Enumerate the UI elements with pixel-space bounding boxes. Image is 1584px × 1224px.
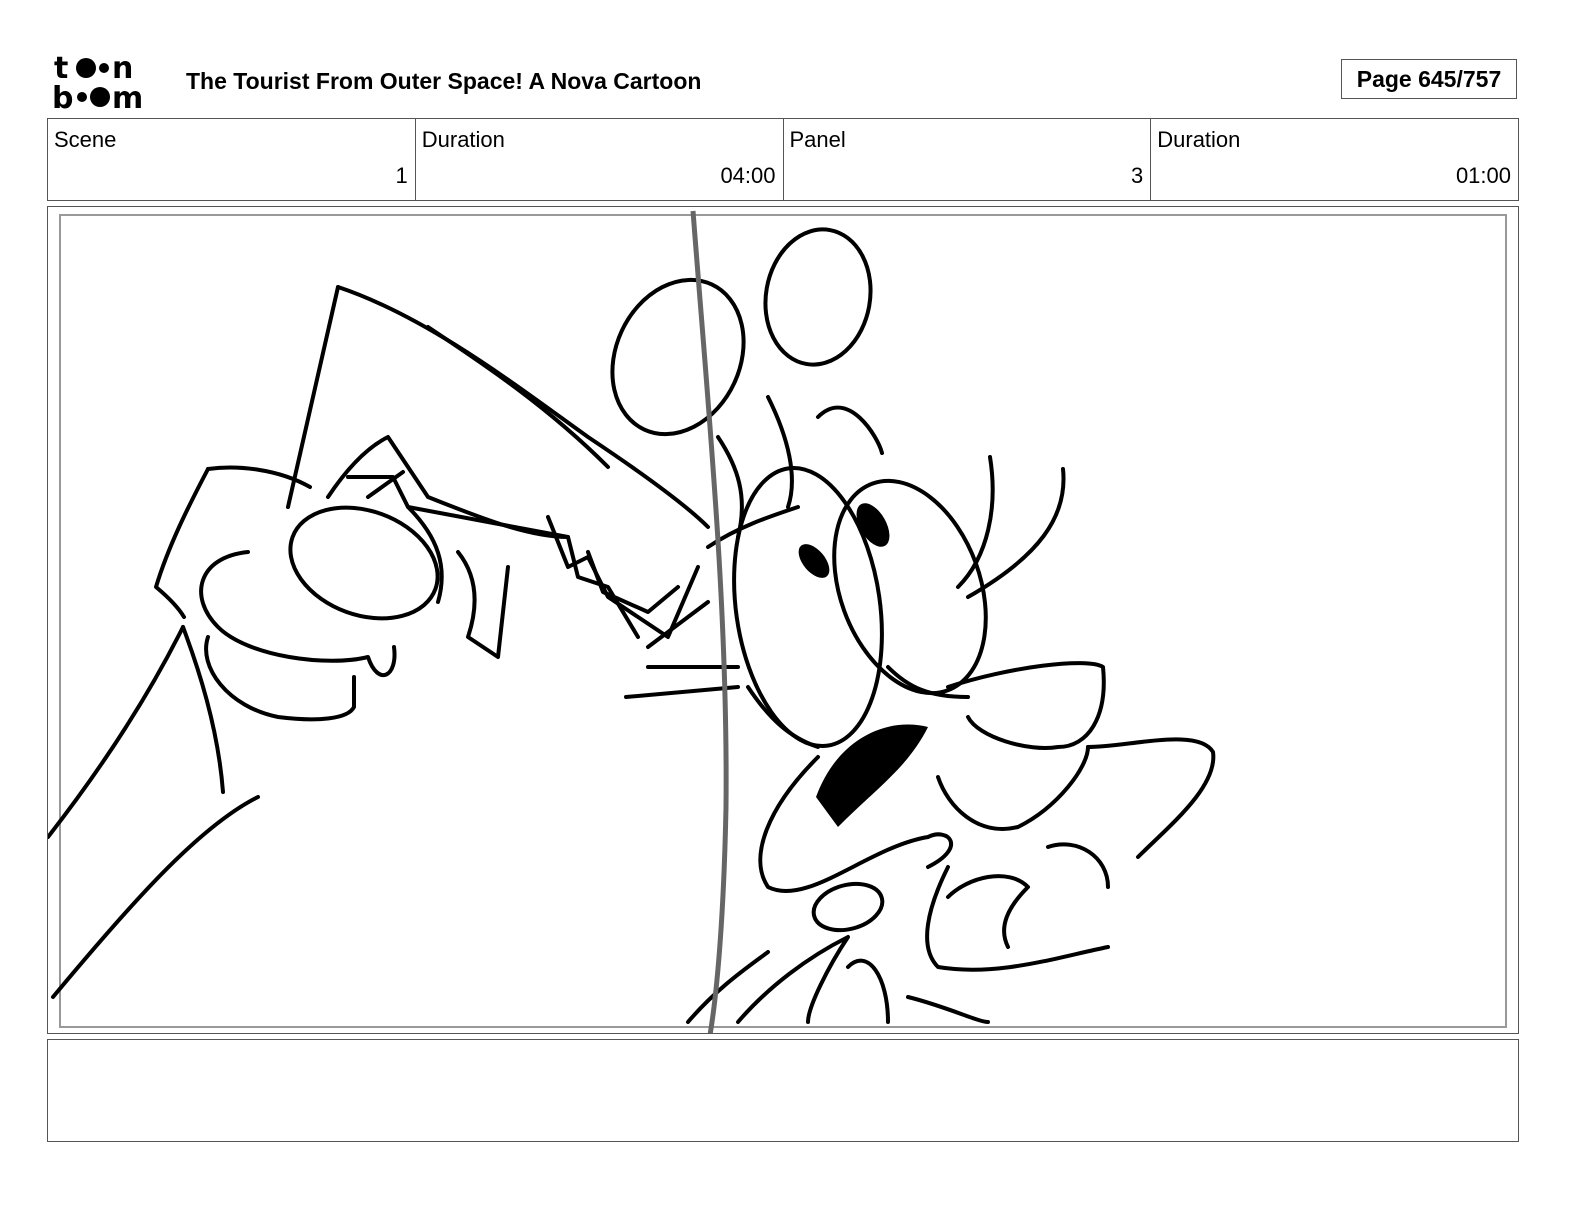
scene-value: 1 bbox=[395, 163, 408, 188]
character-tongue bbox=[926, 832, 954, 869]
character-fist bbox=[925, 865, 1110, 972]
character-body-lower-left bbox=[736, 935, 850, 1024]
logo-dot-small bbox=[99, 63, 109, 73]
logo-dot-large bbox=[76, 58, 96, 78]
character-hand-right bbox=[1086, 737, 1216, 859]
toonboom-logo: t n b m bbox=[52, 52, 143, 110]
character-lash-1 bbox=[956, 455, 995, 589]
ticket-zigzag bbox=[546, 515, 700, 639]
character-ear-right bbox=[763, 227, 873, 367]
ticket-edge-top-inner bbox=[426, 325, 610, 469]
panel-duration-value: 01:00 bbox=[1455, 163, 1511, 188]
safe-area-frame bbox=[59, 214, 1507, 1028]
character-ear-left bbox=[610, 277, 746, 437]
panel-guide-line bbox=[690, 210, 729, 1033]
panel-value: 3 bbox=[1131, 163, 1144, 188]
logo-dot-small-2 bbox=[77, 92, 87, 102]
scene-duration-value: 04:00 bbox=[720, 163, 776, 188]
character-body-lower-right bbox=[906, 995, 990, 1024]
ticket-inner-line bbox=[326, 435, 570, 539]
character-body-lower-mid bbox=[846, 958, 890, 1024]
panel-duration-cell: Duration 01:00 bbox=[1151, 119, 1518, 200]
scene-info-table: Scene 1 Duration 04:00 Panel 3 Duration … bbox=[47, 118, 1519, 201]
notes-area bbox=[47, 1039, 1519, 1142]
scene-duration-label: Duration bbox=[421, 127, 505, 152]
character-antenna-3 bbox=[816, 405, 884, 455]
arm-sleeve bbox=[181, 625, 225, 794]
character-fist-fold bbox=[946, 874, 1030, 949]
ticket-edge-top bbox=[336, 285, 710, 529]
logo-letter-b: b bbox=[52, 81, 73, 110]
hand-finger-2 bbox=[204, 635, 356, 722]
character-fist-top bbox=[1046, 842, 1110, 889]
character-sleeve-line bbox=[686, 950, 770, 1024]
logo-dot-large-2 bbox=[90, 87, 110, 107]
scene-label: Scene bbox=[54, 127, 117, 152]
page-indicator: Page 645/757 bbox=[1341, 59, 1517, 99]
logo-letter-m: m bbox=[112, 81, 143, 110]
document-title: The Tourist From Outer Space! A Nova Car… bbox=[186, 68, 702, 94]
panel-label: Panel bbox=[789, 127, 846, 152]
sketch-lines bbox=[48, 227, 1216, 1024]
arm-lower-edge bbox=[51, 795, 260, 999]
character-snout bbox=[946, 661, 1106, 750]
hand-knuckle bbox=[456, 550, 510, 659]
character-jaw bbox=[936, 745, 1090, 831]
character-pupil-left bbox=[798, 544, 830, 578]
panel-sketch bbox=[48, 210, 1507, 1033]
character-cheek bbox=[746, 685, 820, 749]
storyboard-panel bbox=[47, 206, 1519, 1034]
character-chin-ring bbox=[811, 881, 885, 933]
ticket-stripe-1 bbox=[346, 475, 640, 639]
scene-duration-cell: Duration 04:00 bbox=[416, 119, 784, 200]
character-mouth-open bbox=[816, 724, 928, 827]
panel-duration-label: Duration bbox=[1157, 127, 1241, 152]
ticket-bottom-2 bbox=[624, 685, 740, 699]
character-head-top bbox=[706, 505, 800, 549]
arm-left-edge bbox=[48, 625, 185, 839]
character-antenna-2 bbox=[766, 395, 794, 509]
character-eye-left bbox=[732, 466, 884, 748]
scene-cell: Scene 1 bbox=[48, 119, 416, 200]
character-antenna-1 bbox=[716, 435, 744, 539]
ticket-edge-left bbox=[286, 285, 340, 509]
panel-cell: Panel 3 bbox=[784, 119, 1152, 200]
